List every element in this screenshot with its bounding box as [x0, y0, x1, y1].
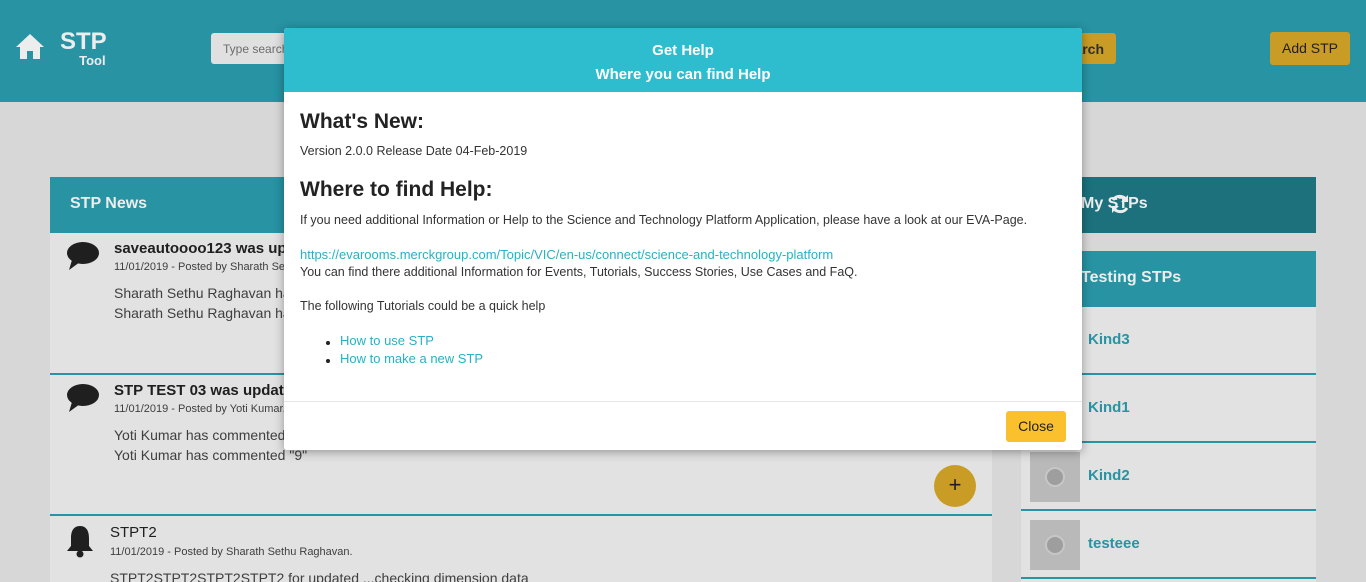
- close-button[interactable]: Close: [1006, 411, 1066, 442]
- help-modal: Get Help Where you can find Help What's …: [284, 28, 1082, 450]
- tutorial-link-new-stp[interactable]: How to make a new STP: [340, 351, 483, 366]
- help-intro: If you need additional Information or He…: [300, 213, 1028, 227]
- modal-subtitle: Where you can find Help: [595, 66, 771, 83]
- bullet-icon: [326, 359, 330, 363]
- modal-header: Get Help Where you can find Help: [284, 28, 1082, 92]
- modal-footer: Close: [284, 401, 1082, 450]
- help-heading: Where to find Help:: [300, 178, 493, 201]
- tutorial-link-how-to-use[interactable]: How to use STP: [340, 333, 434, 348]
- version-text: Version 2.0.0 Release Date 04-Feb-2019: [300, 144, 528, 158]
- bullet-icon: [326, 341, 330, 345]
- modal-title: Get Help: [652, 42, 714, 59]
- eva-page-link[interactable]: https://evarooms.merckgroup.com/Topic/VI…: [300, 247, 833, 262]
- help-link-description: You can find there additional Informatio…: [300, 265, 858, 279]
- tutorials-intro: The following Tutorials could be a quick…: [300, 299, 546, 313]
- whats-new-heading: What's New:: [300, 110, 425, 133]
